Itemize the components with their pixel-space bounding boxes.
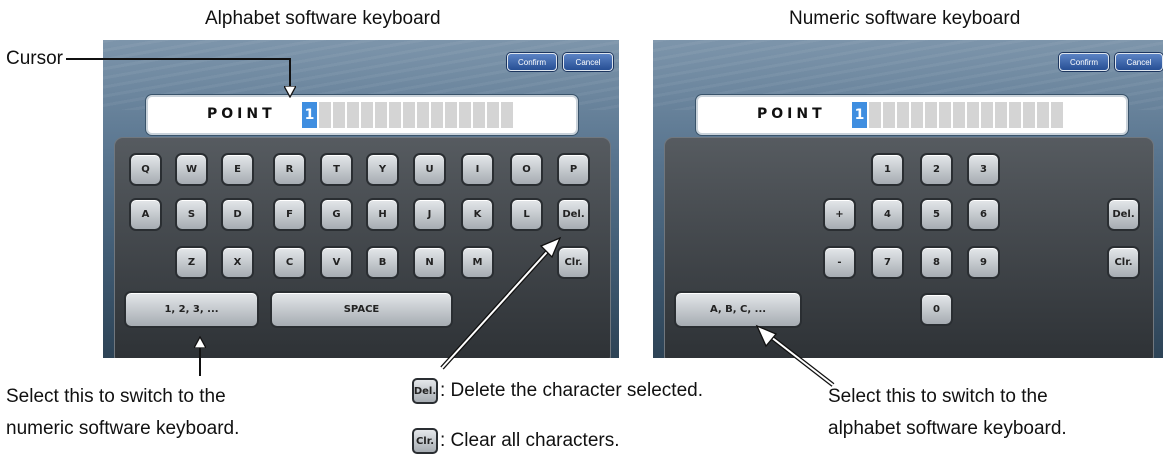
del-description: : Delete the character selected.: [440, 380, 703, 401]
cursor-arrow: [66, 58, 290, 96]
switch-numeric-caption-line2: numeric software keyboard.: [6, 418, 240, 439]
del-legend-key: Del.: [412, 378, 438, 404]
switch-alpha-caption-line2: alphabet software keyboard.: [828, 418, 1067, 439]
switch-alpha-caption-line1: Select this to switch to the: [828, 386, 1048, 407]
clr-description: : Clear all characters.: [440, 430, 620, 451]
clr-legend-key: Clr.: [412, 428, 438, 454]
switch-numeric-caption-line1: Select this to switch to the: [6, 386, 226, 407]
